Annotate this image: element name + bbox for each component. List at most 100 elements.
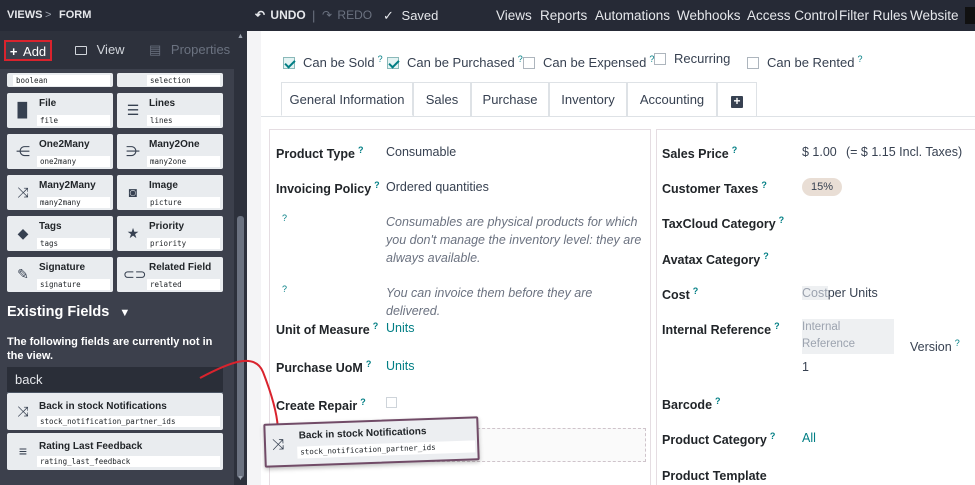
cost-value[interactable]: Costper Units bbox=[802, 286, 878, 300]
checkbox-unchecked[interactable] bbox=[523, 57, 535, 69]
menu-access-control[interactable]: Access Control bbox=[747, 0, 838, 31]
close-editor-button[interactable] bbox=[965, 7, 975, 24]
product-category-value[interactable]: All bbox=[802, 431, 816, 445]
field-label-purchase-uom[interactable]: Purchase UoM? bbox=[276, 359, 371, 375]
unit-of-measure-value[interactable]: Units bbox=[386, 321, 414, 335]
invoicing-policy-value[interactable]: Ordered quantities bbox=[386, 180, 489, 194]
field-label-cost[interactable]: Cost? bbox=[662, 286, 698, 302]
field-tech-name: many2many bbox=[37, 197, 110, 208]
checkbox-can-be-expensed[interactable]: Can be Expensed? bbox=[523, 51, 654, 70]
menu-reports[interactable]: Reports bbox=[540, 0, 587, 31]
version-value[interactable]: 1 bbox=[802, 360, 809, 374]
field-one2many[interactable]: ⋲ One2Many one2many bbox=[7, 134, 113, 169]
internal-reference-input[interactable]: Internal Reference bbox=[802, 319, 894, 354]
version-label[interactable]: Version? bbox=[910, 338, 960, 354]
help-icon[interactable]: ? bbox=[857, 54, 862, 64]
help-icon[interactable]: ? bbox=[763, 251, 769, 261]
checkbox-can-be-sold[interactable]: Can be Sold? bbox=[283, 51, 383, 70]
checkbox-can-be-rented[interactable]: Can be Rented? bbox=[747, 51, 862, 70]
field-related[interactable]: ⊂⊃ Related Field related bbox=[117, 257, 223, 292]
help-icon[interactable]: ? bbox=[378, 54, 383, 64]
purchase-uom-value[interactable]: Units bbox=[386, 359, 414, 373]
star-icon: ★ bbox=[126, 225, 140, 241]
existing-fields-header[interactable]: Existing Fields ▼ bbox=[7, 304, 130, 320]
help-icon[interactable]: ? bbox=[732, 145, 738, 155]
field-image[interactable]: ◙ Image picture bbox=[117, 175, 223, 210]
field-label-unit-of-measure[interactable]: Unit of Measure? bbox=[276, 321, 378, 337]
checkbox-unchecked[interactable] bbox=[747, 57, 759, 69]
field-label-customer-taxes[interactable]: Customer Taxes? bbox=[662, 180, 767, 196]
field-tags[interactable]: ◆ Tags tags bbox=[7, 216, 113, 251]
redo-button[interactable]: ↷ REDO bbox=[322, 0, 372, 31]
scrollbar-thumb[interactable] bbox=[237, 216, 244, 478]
field-label-product-type[interactable]: Product Type? bbox=[276, 145, 363, 161]
field-label-product-category[interactable]: Product Category? bbox=[662, 431, 775, 447]
breadcrumb-views[interactable]: VIEWS bbox=[7, 0, 42, 31]
field-lines[interactable]: ☰ Lines lines bbox=[117, 93, 223, 128]
help-icon[interactable]: ? bbox=[282, 213, 287, 223]
help-icon[interactable]: ? bbox=[955, 338, 960, 348]
sidebar-scrollbar[interactable]: ▲ ▼ bbox=[234, 31, 247, 485]
product-type-value[interactable]: Consumable bbox=[386, 145, 456, 159]
help-icon[interactable]: ? bbox=[779, 215, 785, 225]
tab-add[interactable]: + Add bbox=[4, 40, 52, 61]
drag-ghost-field[interactable]: ⤨ Back in stock Notifications stock_noti… bbox=[263, 416, 480, 468]
field-label-barcode[interactable]: Barcode? bbox=[662, 396, 721, 412]
menu-webhooks[interactable]: Webhooks bbox=[677, 0, 741, 31]
help-icon[interactable]: ? bbox=[715, 396, 721, 406]
help-icon[interactable]: ? bbox=[770, 431, 776, 441]
tab-accounting[interactable]: Accounting bbox=[627, 82, 717, 116]
checkbox-unchecked[interactable] bbox=[654, 53, 666, 65]
help-icon[interactable]: ? bbox=[282, 284, 287, 294]
field-label-product-template[interactable]: Product Template bbox=[662, 469, 767, 483]
menu-filter-rules[interactable]: Filter Rules bbox=[839, 0, 907, 31]
create-repair-checkbox[interactable] bbox=[386, 397, 397, 408]
existing-field-item[interactable]: ≡ Rating Last Feedback rating_last_feedb… bbox=[7, 433, 223, 470]
tab-purchase[interactable]: Purchase bbox=[471, 82, 549, 116]
tab-properties[interactable]: ▤ Properties bbox=[149, 31, 230, 69]
help-icon[interactable]: ? bbox=[761, 180, 767, 190]
checkbox-checked[interactable] bbox=[387, 57, 399, 69]
checkbox-can-be-purchased[interactable]: Can be Purchased? bbox=[387, 51, 523, 70]
menu-views[interactable]: Views bbox=[496, 0, 532, 31]
tax-badge[interactable]: 15% bbox=[802, 178, 842, 196]
sales-price-value[interactable]: $ 1.00 bbox=[802, 145, 837, 159]
tab-general-information[interactable]: General Information bbox=[281, 82, 413, 116]
field-tech-name: selection bbox=[147, 75, 220, 86]
field-many2one[interactable]: ⋺ Many2One many2one bbox=[117, 134, 223, 169]
help-icon[interactable]: ? bbox=[774, 321, 780, 331]
help-icon[interactable]: ? bbox=[518, 54, 523, 64]
field-file[interactable]: ▉ File file bbox=[7, 93, 113, 128]
field-selection[interactable]: selection bbox=[117, 73, 223, 87]
menu-website[interactable]: Website bbox=[910, 0, 959, 31]
help-icon[interactable]: ? bbox=[693, 286, 699, 296]
menu-automations[interactable]: Automations bbox=[595, 0, 670, 31]
field-priority[interactable]: ★ Priority priority bbox=[117, 216, 223, 251]
help-icon[interactable]: ? bbox=[374, 180, 380, 190]
add-tab-button[interactable]: + bbox=[717, 82, 757, 116]
field-label-create-repair[interactable]: Create Repair? bbox=[276, 397, 366, 413]
field-many2many[interactable]: ⤨ Many2Many many2many bbox=[7, 175, 113, 210]
undo-button[interactable]: ↶ UNDO bbox=[255, 0, 306, 31]
help-icon[interactable]: ? bbox=[360, 397, 366, 407]
help-icon[interactable]: ? bbox=[366, 359, 372, 369]
help-icon[interactable]: ? bbox=[373, 321, 379, 331]
help-icon[interactable]: ? bbox=[358, 145, 364, 155]
existing-field-item[interactable]: ⤨ Back in stock Notifications stock_noti… bbox=[7, 393, 223, 430]
field-label-internal-reference[interactable]: Internal Reference? bbox=[662, 321, 780, 337]
field-signature[interactable]: ✎ Signature signature bbox=[7, 257, 113, 292]
field-label-avatax-category[interactable]: Avatax Category? bbox=[662, 251, 769, 267]
checkbox-label: Can be Purchased bbox=[407, 55, 515, 70]
checkbox-recurring[interactable]: Recurring bbox=[654, 51, 730, 67]
undo-icon: ↶ bbox=[255, 8, 266, 22]
tab-inventory[interactable]: Inventory bbox=[549, 82, 627, 116]
field-boolean[interactable]: boolean bbox=[7, 73, 113, 87]
tab-sales[interactable]: Sales bbox=[413, 82, 471, 116]
existing-fields-search[interactable]: back bbox=[7, 367, 223, 393]
cost-input[interactable]: Cost bbox=[802, 286, 828, 300]
field-label-taxcloud-category[interactable]: TaxCloud Category? bbox=[662, 215, 784, 231]
checkbox-checked[interactable] bbox=[283, 57, 295, 69]
field-label-sales-price[interactable]: Sales Price? bbox=[662, 145, 737, 161]
field-label-invoicing-policy[interactable]: Invoicing Policy? bbox=[276, 180, 380, 196]
tab-view[interactable]: View bbox=[75, 31, 125, 69]
